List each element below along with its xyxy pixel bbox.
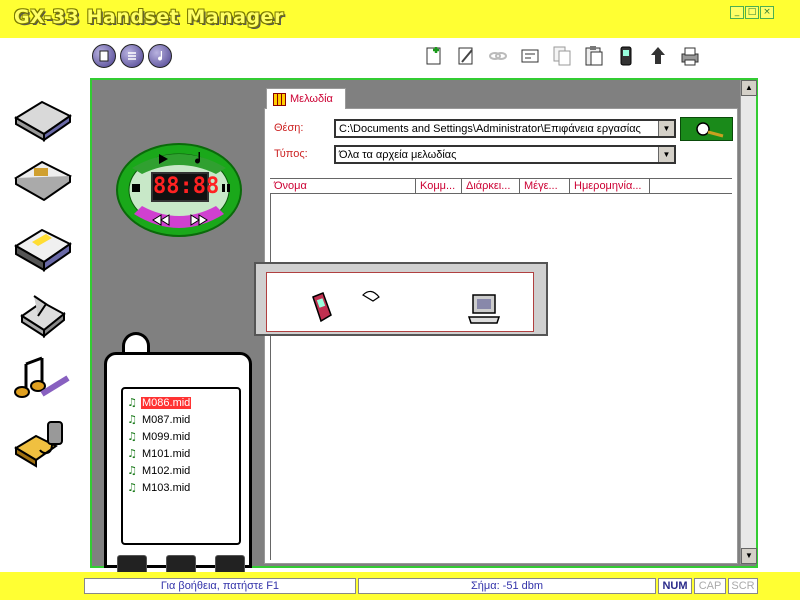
pause-icon[interactable] xyxy=(220,182,232,194)
close-button[interactable]: × xyxy=(760,6,774,19)
window-controls: _ □ × xyxy=(730,6,774,19)
link-icon[interactable] xyxy=(484,42,511,69)
player-display: 88:88 xyxy=(151,172,219,202)
phone-memory: ♫ M086.mid ♫ M087.mid ♫ M099.mid ♫ M101.mid … xyxy=(100,332,254,579)
column-header-comment[interactable]: Κομμ... xyxy=(416,179,462,193)
rewind-icon[interactable] xyxy=(152,214,170,226)
send-to-phone-icon[interactable] xyxy=(612,42,639,69)
midi-file-icon: ♫ xyxy=(127,429,137,443)
properties-icon[interactable] xyxy=(516,42,543,69)
scroll-up-icon[interactable]: ▲ xyxy=(741,80,757,96)
column-header-empty xyxy=(650,179,732,193)
chevron-down-icon[interactable]: ▼ xyxy=(658,147,674,162)
column-header-size[interactable]: Μέγε... xyxy=(520,179,570,193)
chevron-down-icon[interactable]: ▼ xyxy=(658,121,674,136)
browse-button[interactable] xyxy=(680,117,733,141)
phone-file-item[interactable]: ♫ M102.mid xyxy=(125,462,237,479)
magnifier-icon xyxy=(695,122,723,138)
phone-antenna xyxy=(122,332,150,354)
status-bar: Για βοήθεια, πατήστε F1 Σήμα: -51 dbm NU… xyxy=(0,572,800,600)
status-cap: CAP xyxy=(694,578,726,594)
play-icon[interactable] xyxy=(156,152,170,166)
midi-file-icon: ♫ xyxy=(127,480,137,494)
phone-file-item[interactable]: ♫ M103.mid xyxy=(125,479,237,496)
location-combo[interactable]: C:\Documents and Settings\Administrator\… xyxy=(334,119,676,138)
add-icon[interactable] xyxy=(420,42,447,69)
computer-icon xyxy=(467,294,501,324)
minimize-button[interactable]: _ xyxy=(730,6,744,19)
phone-file-item[interactable]: ♫ M086.mid xyxy=(125,394,237,411)
location-value: C:\Documents and Settings\Administrator\… xyxy=(339,122,641,135)
title-bar: GX-33 Handset Manager _ □ × xyxy=(0,0,800,38)
phone-file-list: ♫ M086.mid ♫ M087.mid ♫ M099.mid ♫ M101.mid … xyxy=(121,387,241,545)
status-signal: Σήμα: -51 dbm xyxy=(358,578,656,594)
sidebar-phonebook-icon[interactable] xyxy=(10,86,76,146)
type-label: Τύπος: xyxy=(274,148,308,160)
new-icon[interactable] xyxy=(92,44,116,68)
midi-file-icon: ♫ xyxy=(127,412,137,426)
toolbar-left xyxy=(92,44,172,68)
sidebar-connection-icon[interactable] xyxy=(10,414,76,474)
column-header-name[interactable]: Όνομα xyxy=(270,179,416,193)
edit-icon[interactable] xyxy=(452,42,479,69)
column-header-duration[interactable]: Διάρκει... xyxy=(462,179,520,193)
column-header-date[interactable]: Ημερομηνία... xyxy=(570,179,650,193)
phone-file-item[interactable]: ♫ M099.mid xyxy=(125,428,237,445)
phone-file-item[interactable]: ♫ M101.mid xyxy=(125,445,237,462)
printer-icon[interactable] xyxy=(676,42,703,69)
transfer-icon xyxy=(362,290,380,302)
melody-grid-icon xyxy=(273,92,286,106)
midi-file-icon: ♫ xyxy=(127,463,137,477)
maximize-button[interactable]: □ xyxy=(745,6,759,19)
toolbar-right xyxy=(420,42,703,69)
melody-player: 88:88 xyxy=(116,142,242,238)
app-title: GX-33 Handset Manager xyxy=(14,6,284,28)
midi-file-icon: ♫ xyxy=(127,446,137,460)
phone-icon xyxy=(312,292,332,323)
vertical-scrollbar[interactable]: ▲ ▼ xyxy=(740,80,757,564)
stop-icon[interactable] xyxy=(130,182,142,194)
type-value: Όλα τα αρχεία μελωδίας xyxy=(339,148,457,161)
list-icon[interactable] xyxy=(120,44,144,68)
tab-melody[interactable]: Μελωδία xyxy=(266,88,346,109)
phone-body: ♫ M086.mid ♫ M087.mid ♫ M099.mid ♫ M101.mid … xyxy=(104,352,252,579)
location-label: Θέση: xyxy=(274,122,304,134)
tab-label: Μελωδία xyxy=(290,93,333,105)
upload-icon[interactable] xyxy=(644,42,671,69)
status-scr: SCR xyxy=(728,578,758,594)
midi-file-icon: ♫ xyxy=(127,395,137,409)
transfer-dialog xyxy=(254,262,548,336)
sidebar-calendar-icon[interactable] xyxy=(10,218,76,278)
status-num: NUM xyxy=(658,578,692,594)
fast-forward-icon[interactable] xyxy=(190,214,208,226)
type-combo[interactable]: Όλα τα αρχεία μελωδίας ▼ xyxy=(334,145,676,164)
copy-icon[interactable] xyxy=(548,42,575,69)
file-list[interactable] xyxy=(270,194,732,560)
status-help: Για βοήθεια, πατήστε F1 xyxy=(84,578,356,594)
music-note-button-icon[interactable] xyxy=(190,150,206,166)
sidebar-settings-icon[interactable] xyxy=(10,284,76,344)
phone-file-item[interactable]: ♫ M087.mid xyxy=(125,411,237,428)
sidebar-melodies-icon[interactable] xyxy=(10,348,76,408)
music-note-icon[interactable] xyxy=(148,44,172,68)
paste-icon[interactable] xyxy=(580,42,607,69)
file-list-header: Όνομα Κομμ... Διάρκει... Μέγε... Ημερομη… xyxy=(270,178,732,194)
sidebar-messages-icon[interactable] xyxy=(10,148,76,208)
scroll-down-icon[interactable]: ▼ xyxy=(741,548,757,564)
transfer-animation xyxy=(266,272,534,332)
